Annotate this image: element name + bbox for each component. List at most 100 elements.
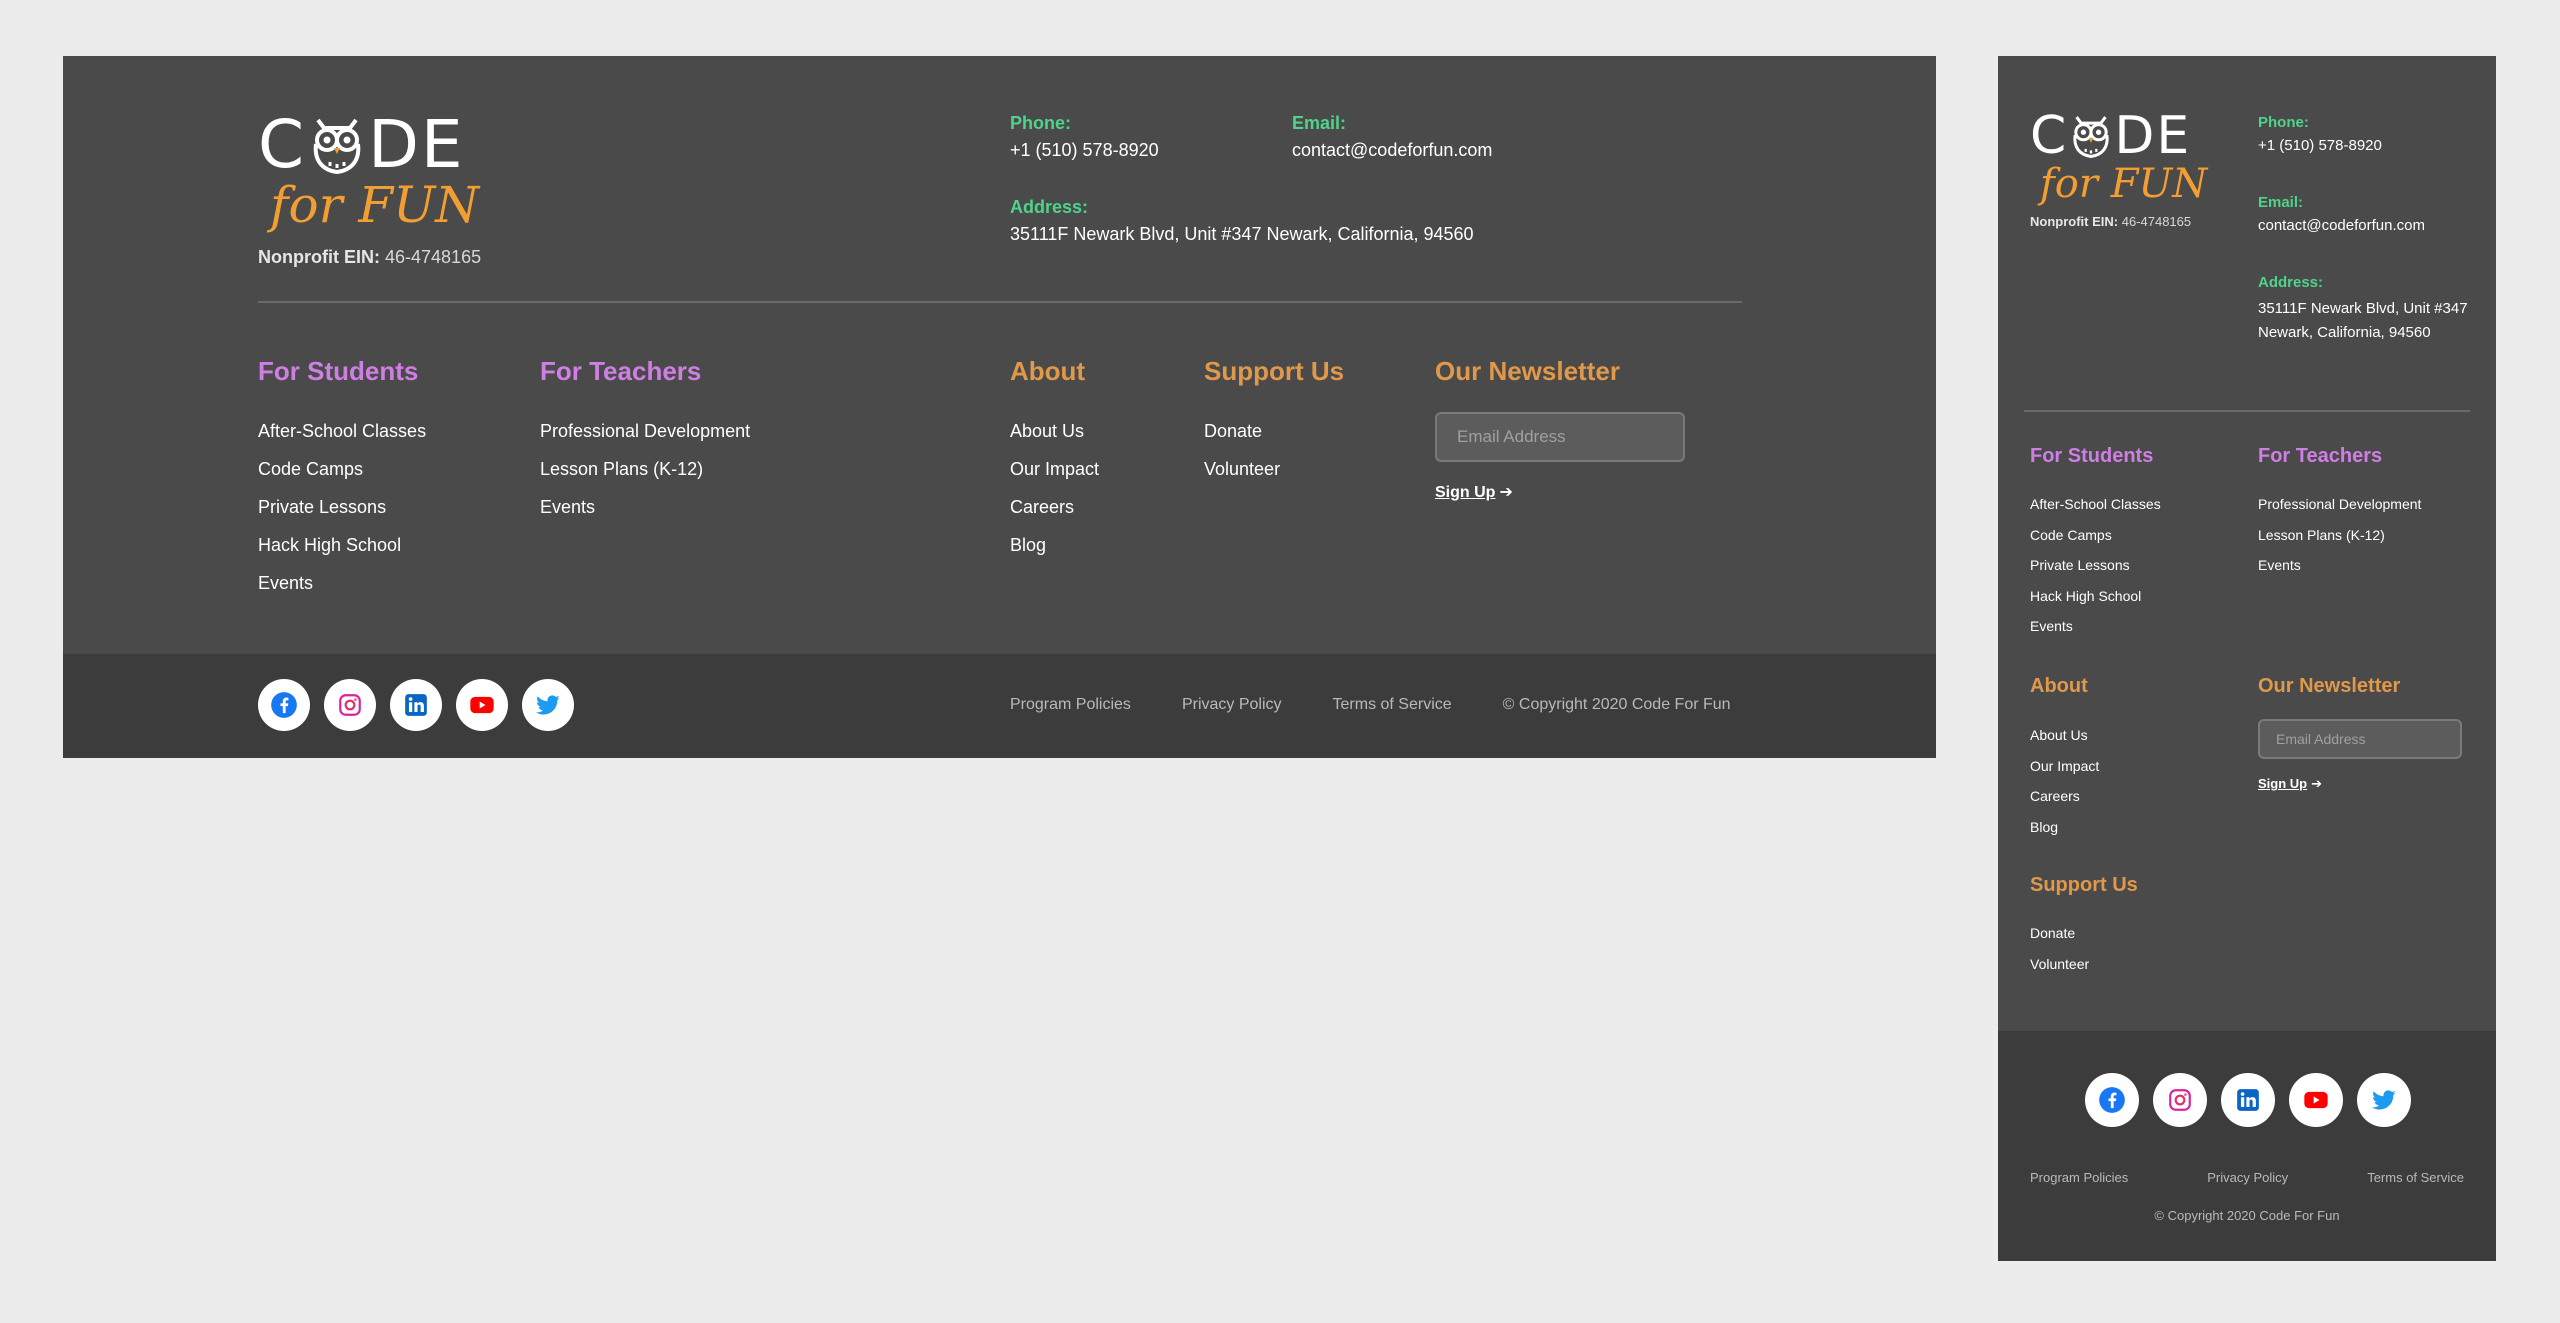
link-our-impact-mobile[interactable]: Our Impact <box>2030 751 2099 782</box>
newsletter-email-input-mobile[interactable] <box>2258 719 2462 759</box>
email-label: Email: <box>1292 113 1347 133</box>
arrow-right-icon-mobile: ➔ <box>2311 776 2323 791</box>
link-professional-development[interactable]: Professional Development <box>540 412 750 450</box>
support-heading-mobile: Support Us <box>2030 874 2138 896</box>
code-for-fun-logo-mobile[interactable]: C DE for FUN <box>2030 110 2207 204</box>
link-blog[interactable]: Blog <box>1010 526 1099 564</box>
program-policies-link[interactable]: Program Policies <box>1010 696 1131 714</box>
support-heading: Support Us <box>1204 356 1345 386</box>
ein-label-mobile: Nonprofit EIN: <box>2030 214 2119 229</box>
mobile-bottom-bar: Program Policies Privacy Policy Terms of… <box>1998 1031 2496 1261</box>
logo-for-fun-mobile: for FUN <box>2040 161 2208 207</box>
sign-up-label-mobile: Sign Up <box>2258 776 2308 791</box>
nonprofit-ein-mobile: Nonprofit EIN: 46-4748165 <box>2030 214 2191 229</box>
about-links: About Us Our Impact Careers Blog <box>1010 412 1099 564</box>
students-links-mobile: After-School Classes Code Camps Private … <box>2030 489 2161 642</box>
sign-up-button[interactable]: Sign Up ➔ <box>1435 482 1513 502</box>
support-links-mobile: Donate Volunteer <box>2030 918 2089 979</box>
link-teacher-events-mobile[interactable]: Events <box>2258 550 2421 581</box>
link-volunteer[interactable]: Volunteer <box>1204 450 1280 488</box>
link-after-school-classes[interactable]: After-School Classes <box>258 412 426 450</box>
owl-icon-mobile <box>2069 112 2113 160</box>
logo-code-left: C <box>258 106 307 183</box>
logo-for-fun: for FUN <box>270 176 479 234</box>
copyright-text-mobile: © Copyright 2020 Code For Fun <box>2154 1208 2340 1223</box>
youtube-icon-mobile[interactable] <box>2289 1073 2343 1127</box>
instagram-icon-mobile[interactable] <box>2153 1073 2207 1127</box>
teachers-links: Professional Development Lesson Plans (K… <box>540 412 750 526</box>
youtube-icon[interactable] <box>456 679 508 731</box>
email-label-mobile: Email: <box>2258 194 2304 211</box>
students-heading-mobile: For Students <box>2030 445 2154 467</box>
program-policies-link-mobile[interactable]: Program Policies <box>2030 1170 2128 1185</box>
ein-label: Nonprofit EIN: <box>258 247 380 267</box>
students-heading: For Students <box>258 356 419 386</box>
link-careers-mobile[interactable]: Careers <box>2030 781 2099 812</box>
support-links: Donate Volunteer <box>1204 412 1280 488</box>
nonprofit-ein: Nonprofit EIN: 46-4748165 <box>258 247 481 268</box>
link-donate-mobile[interactable]: Donate <box>2030 918 2089 949</box>
teachers-links-mobile: Professional Development Lesson Plans (K… <box>2258 489 2421 581</box>
link-private-lessons[interactable]: Private Lessons <box>258 488 426 526</box>
link-after-school-classes-mobile[interactable]: After-School Classes <box>2030 489 2161 520</box>
link-lesson-plans[interactable]: Lesson Plans (K-12) <box>540 450 750 488</box>
address-label-mobile: Address: <box>2258 274 2324 291</box>
ein-value: 46-4748165 <box>385 247 482 267</box>
link-code-camps[interactable]: Code Camps <box>258 450 426 488</box>
copyright-text: © Copyright 2020 Code For Fun <box>1502 696 1731 713</box>
link-student-events-mobile[interactable]: Events <box>2030 611 2161 642</box>
link-hack-high-school-mobile[interactable]: Hack High School <box>2030 581 2161 612</box>
email-address-mobile[interactable]: contact@codeforfun.com <box>2258 217 2425 234</box>
link-code-camps-mobile[interactable]: Code Camps <box>2030 520 2161 551</box>
mobile-footer: C DE for FUN Nonprofit EIN: 46-4748165 P… <box>1998 56 2496 1261</box>
sign-up-label: Sign Up <box>1435 484 1496 501</box>
link-our-impact[interactable]: Our Impact <box>1010 450 1099 488</box>
phone-label-mobile: Phone: <box>2258 114 2309 131</box>
terms-of-service-link-mobile[interactable]: Terms of Service <box>2367 1170 2464 1185</box>
logo-code-left-mobile: C <box>2030 106 2069 166</box>
privacy-policy-link-mobile[interactable]: Privacy Policy <box>2207 1170 2288 1185</box>
terms-of-service-link[interactable]: Terms of Service <box>1333 696 1452 714</box>
instagram-icon[interactable] <box>324 679 376 731</box>
owl-icon <box>308 114 366 176</box>
linkedin-icon-mobile[interactable] <box>2221 1073 2275 1127</box>
link-lesson-plans-mobile[interactable]: Lesson Plans (K-12) <box>2258 520 2421 551</box>
link-hack-high-school[interactable]: Hack High School <box>258 526 426 564</box>
desktop-footer: C DE for FUN Nonprofit EIN: 46-4748165 P… <box>63 56 1936 758</box>
link-about-us[interactable]: About Us <box>1010 412 1099 450</box>
newsletter-heading-mobile: Our Newsletter <box>2258 675 2401 697</box>
link-about-us-mobile[interactable]: About Us <box>2030 720 2099 751</box>
linkedin-icon[interactable] <box>390 679 442 731</box>
about-heading-mobile: About <box>2030 675 2088 697</box>
privacy-policy-link[interactable]: Privacy Policy <box>1182 696 1282 714</box>
social-links-mobile <box>2085 1073 2411 1127</box>
facebook-icon-mobile[interactable] <box>2085 1073 2139 1127</box>
footer-divider <box>258 301 1742 303</box>
facebook-icon[interactable] <box>258 679 310 731</box>
newsletter-email-input[interactable] <box>1435 412 1685 462</box>
link-volunteer-mobile[interactable]: Volunteer <box>2030 949 2089 980</box>
newsletter-heading: Our Newsletter <box>1435 356 1620 386</box>
sign-up-button-mobile[interactable]: Sign Up ➔ <box>2258 776 2322 792</box>
link-student-events[interactable]: Events <box>258 564 426 602</box>
twitter-icon-mobile[interactable] <box>2357 1073 2411 1127</box>
address-label: Address: <box>1010 197 1089 217</box>
phone-number-mobile[interactable]: +1 (510) 578-8920 <box>2258 137 2382 154</box>
teachers-heading-mobile: For Teachers <box>2258 445 2383 467</box>
twitter-icon[interactable] <box>522 679 574 731</box>
link-professional-development-mobile[interactable]: Professional Development <box>2258 489 2421 520</box>
email-address[interactable]: contact@codeforfun.com <box>1292 140 1492 161</box>
legal-links-mobile: Program Policies Privacy Policy Terms of… <box>2030 1170 2464 1185</box>
arrow-right-icon: ➔ <box>1499 484 1513 501</box>
link-teacher-events[interactable]: Events <box>540 488 750 526</box>
code-for-fun-logo[interactable]: C DE for FUN <box>258 106 479 234</box>
link-careers[interactable]: Careers <box>1010 488 1099 526</box>
phone-label: Phone: <box>1010 113 1071 133</box>
about-links-mobile: About Us Our Impact Careers Blog <box>2030 720 2099 842</box>
phone-number[interactable]: +1 (510) 578-8920 <box>1010 140 1159 161</box>
link-donate[interactable]: Donate <box>1204 412 1280 450</box>
link-private-lessons-mobile[interactable]: Private Lessons <box>2030 550 2161 581</box>
link-blog-mobile[interactable]: Blog <box>2030 812 2099 843</box>
students-links: After-School Classes Code Camps Private … <box>258 412 426 602</box>
address-mobile: 35111F Newark Blvd, Unit #347 Newark, Ca… <box>2258 300 2468 341</box>
